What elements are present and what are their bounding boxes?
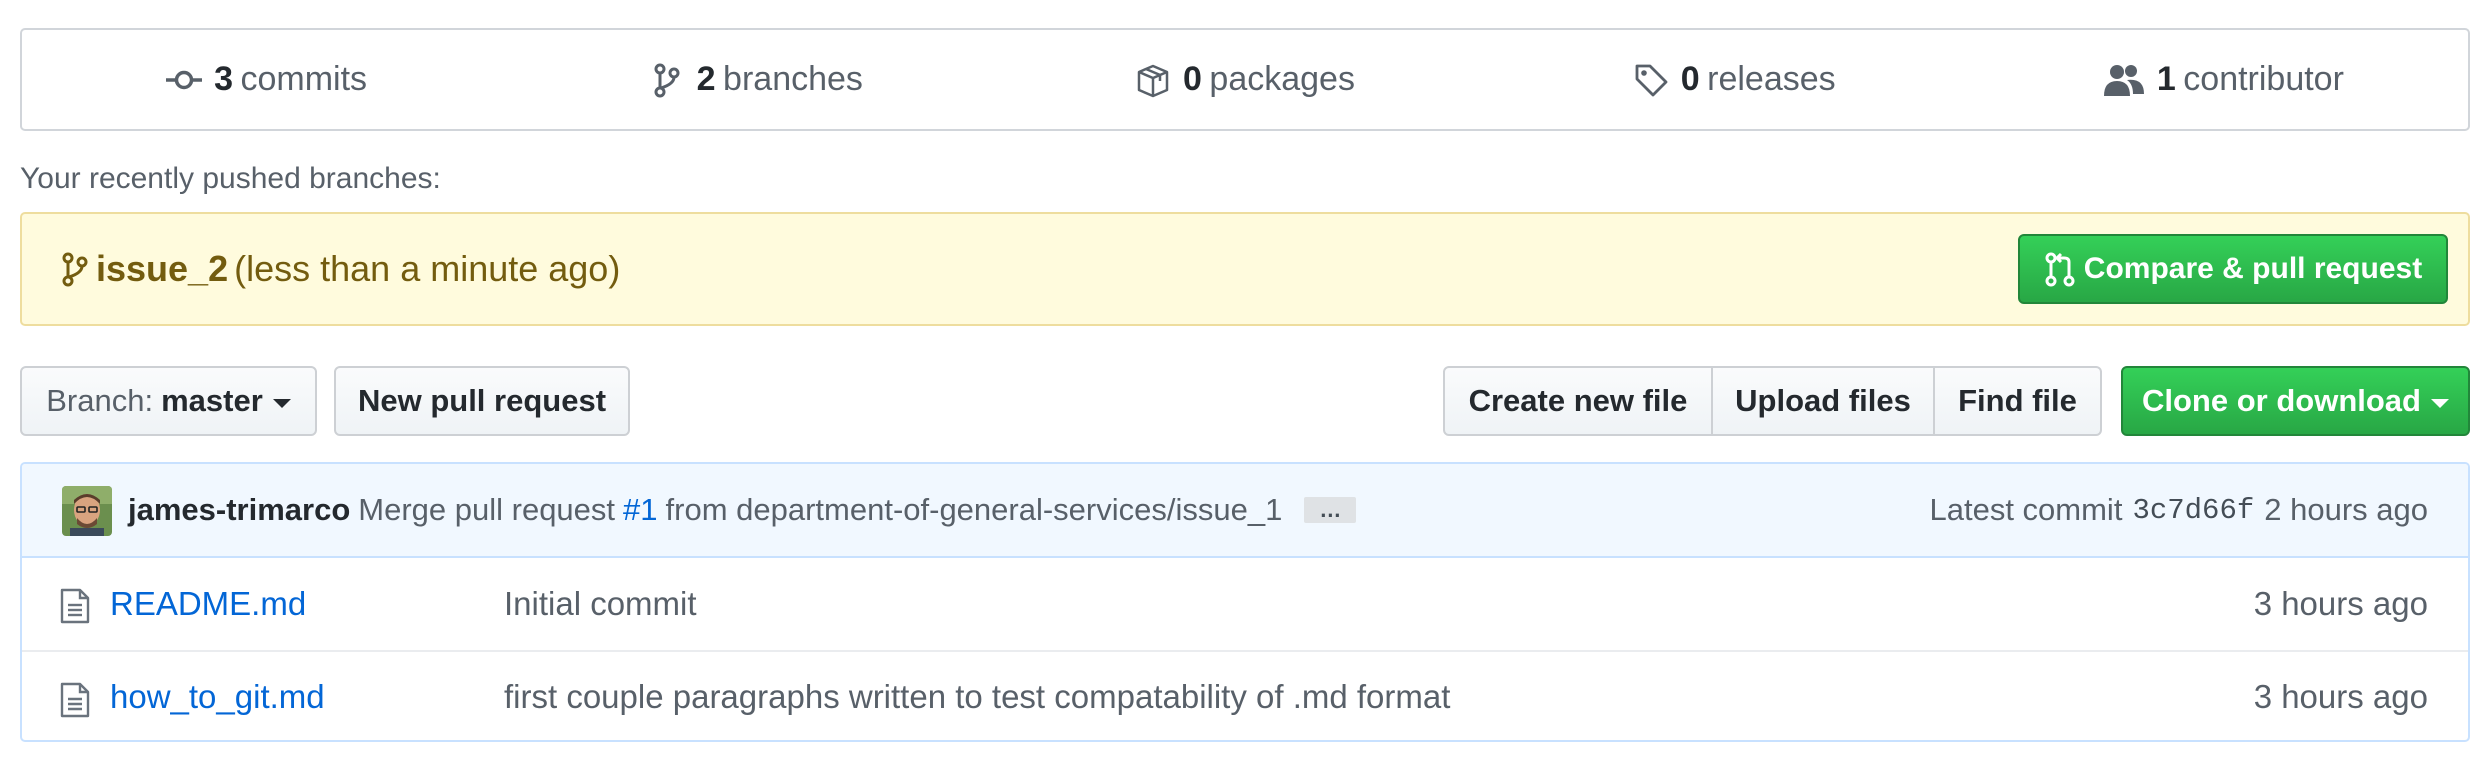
- branch-name: master: [161, 383, 263, 418]
- package-icon: [1135, 62, 1171, 98]
- chevron-down-icon: [272, 398, 291, 408]
- compare-pull-request-label: Compare & pull request: [2083, 252, 2423, 285]
- latest-commit-label: Latest commit: [1929, 492, 2123, 527]
- branches-label: branches: [723, 60, 863, 98]
- branch-icon: [649, 62, 685, 98]
- commit-message-suffix[interactable]: from department-of-general-services/issu…: [666, 492, 1283, 528]
- file-commit-message[interactable]: first couple paragraphs written to test …: [504, 678, 1450, 716]
- find-file-button[interactable]: Find file: [1935, 366, 2102, 436]
- expand-commit-button[interactable]: …: [1304, 497, 1357, 523]
- file-name-link[interactable]: README.md: [110, 585, 306, 623]
- packages-count: 0: [1183, 60, 1202, 98]
- avatar[interactable]: [62, 486, 112, 536]
- contributors-label: contributor: [2183, 60, 2344, 98]
- commit-author[interactable]: james-trimarco: [128, 492, 350, 528]
- commit-meta: Latest commit 3c7d66f 2 hours ago: [1929, 464, 2428, 556]
- upload-files-button[interactable]: Upload files: [1713, 366, 1935, 436]
- file-age: 3 hours ago: [2253, 678, 2428, 715]
- contributors-summary[interactable]: 1 contributor: [1979, 60, 2468, 99]
- latest-commit-row: james-trimarco Merge pull request #1 fro…: [22, 464, 2468, 558]
- branches-summary[interactable]: 2 branches: [511, 60, 1000, 99]
- commit-issue-link[interactable]: #1: [623, 492, 657, 528]
- tag-icon: [1633, 62, 1669, 98]
- table-row: how_to_git.md first couple paragraphs wr…: [22, 650, 2468, 740]
- file-age: 3 hours ago: [2253, 585, 2428, 622]
- commit-message-prefix[interactable]: Merge pull request: [358, 492, 615, 528]
- file-table: james-trimarco Merge pull request #1 fro…: [20, 462, 2470, 742]
- file-icon: [60, 682, 90, 718]
- commits-count: 3: [214, 60, 234, 98]
- packages-label: packages: [1209, 60, 1355, 98]
- people-icon: [2103, 62, 2145, 98]
- compare-pull-request-button[interactable]: Compare & pull request: [2018, 234, 2448, 304]
- numbers-summary: 3 commits 2 branches 0 packages 0 releas…: [20, 28, 2470, 131]
- commit-message: james-trimarco Merge pull request #1 fro…: [128, 464, 1357, 556]
- branch-icon: [60, 251, 90, 287]
- clone-or-download-button[interactable]: Clone or download: [2121, 366, 2470, 436]
- commits-label: commits: [240, 60, 368, 98]
- create-new-file-button[interactable]: Create new file: [1443, 366, 1713, 436]
- repo-page: 3 commits 2 branches 0 packages 0 releas…: [0, 0, 2490, 764]
- branch-select-button[interactable]: Branch: master: [20, 366, 317, 436]
- table-row: README.md Initial commit 3 hours ago: [22, 558, 2468, 650]
- contributors-count: 1: [2156, 60, 2176, 98]
- clone-or-download-label: Clone or download: [2142, 383, 2421, 418]
- recent-branch-time: (less than a minute ago): [234, 248, 621, 289]
- recent-branches-label: Your recently pushed branches:: [20, 162, 441, 195]
- releases-count: 0: [1680, 60, 1700, 98]
- file-commit-message[interactable]: Initial commit: [504, 585, 697, 623]
- releases-label: releases: [1707, 60, 1836, 98]
- releases-summary[interactable]: 0 releases: [1490, 60, 1979, 99]
- file-icon: [60, 588, 90, 624]
- commit-icon: [166, 62, 203, 98]
- new-pull-request-button[interactable]: New pull request: [334, 366, 630, 436]
- commit-sha[interactable]: 3c7d66f: [2132, 494, 2254, 527]
- branches-count: 2: [696, 60, 716, 98]
- chevron-down-icon: [2431, 398, 2449, 408]
- file-name-link[interactable]: how_to_git.md: [110, 678, 325, 716]
- recent-branch-banner: issue_2 (less than a minute ago) Compare…: [20, 212, 2470, 326]
- pull-request-icon: [2045, 252, 2075, 287]
- commits-summary[interactable]: 3 commits: [22, 60, 511, 99]
- file-actions-group: Create new file Upload files Find file: [1443, 366, 2102, 436]
- recent-branch-name[interactable]: issue_2: [96, 248, 228, 290]
- recent-branch-info: issue_2 (less than a minute ago): [60, 214, 620, 324]
- branch-prefix: Branch:: [46, 383, 154, 418]
- packages-summary[interactable]: 0 packages: [1000, 60, 1489, 99]
- commit-age: 2 hours ago: [2264, 492, 2428, 527]
